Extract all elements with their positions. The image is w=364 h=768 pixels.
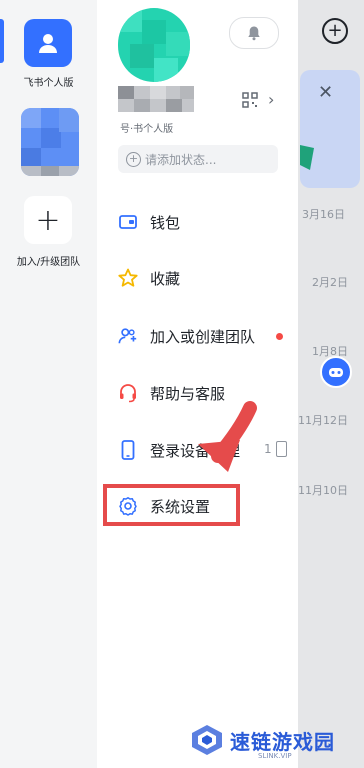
chevron-right-icon[interactable]: › — [268, 90, 274, 109]
add-team-label: 加入/升级团队 — [16, 257, 81, 268]
headset-icon — [118, 383, 138, 403]
watermark-logo-icon — [192, 725, 222, 755]
person-icon — [39, 34, 57, 53]
status-input[interactable]: + 请添加状态... — [118, 145, 278, 173]
close-icon[interactable]: ✕ — [318, 82, 333, 103]
notification-button[interactable] — [229, 17, 279, 49]
wallet-icon — [118, 212, 138, 232]
user-avatar[interactable] — [118, 8, 190, 82]
phone-icon — [118, 440, 138, 460]
org-avatar[interactable] — [21, 108, 79, 176]
bell-icon — [248, 26, 260, 41]
create-plus-icon[interactable]: + — [322, 18, 348, 44]
add-team-button[interactable]: + — [24, 196, 72, 244]
qr-code-icon[interactable] — [242, 92, 258, 112]
menu-item-favorites[interactable]: 收藏 — [118, 258, 288, 298]
chat-date: 11月12日 — [298, 414, 348, 427]
watermark-title: 速链游戏园 — [230, 729, 335, 754]
status-placeholder: 请添加状态... — [145, 152, 217, 167]
star-icon — [118, 268, 138, 288]
personal-workspace-button[interactable] — [24, 19, 72, 67]
plus-icon: + — [35, 202, 61, 238]
menu-label: 加入或创建团队 — [150, 327, 256, 346]
add-team-icon — [118, 326, 138, 346]
menu-item-wallet[interactable]: 钱包 — [118, 202, 288, 242]
user-name — [118, 86, 194, 120]
device-phone-icon — [275, 441, 287, 457]
user-subtitle: 号·书个人版 — [120, 124, 174, 135]
plus-circle-icon: + — [126, 151, 141, 167]
menu-item-join-team[interactable]: 加入或创建团队 — [118, 316, 288, 356]
chat-date: 3月16日 — [302, 208, 345, 221]
notification-dot — [276, 333, 283, 340]
menu-label: 钱包 — [150, 213, 181, 232]
chat-date: 2月2日 — [312, 276, 348, 289]
annotation-arrow-icon — [198, 401, 257, 472]
bot-avatar-icon[interactable] — [320, 356, 352, 388]
active-indicator — [0, 19, 4, 63]
menu-label: 收藏 — [150, 269, 181, 288]
personal-workspace-label: 飞书个人版 — [23, 78, 74, 89]
settings-highlight-box — [103, 484, 240, 526]
watermark-sub: SLINK.VIP — [258, 752, 292, 760]
chat-date: 11月10日 — [298, 484, 348, 497]
